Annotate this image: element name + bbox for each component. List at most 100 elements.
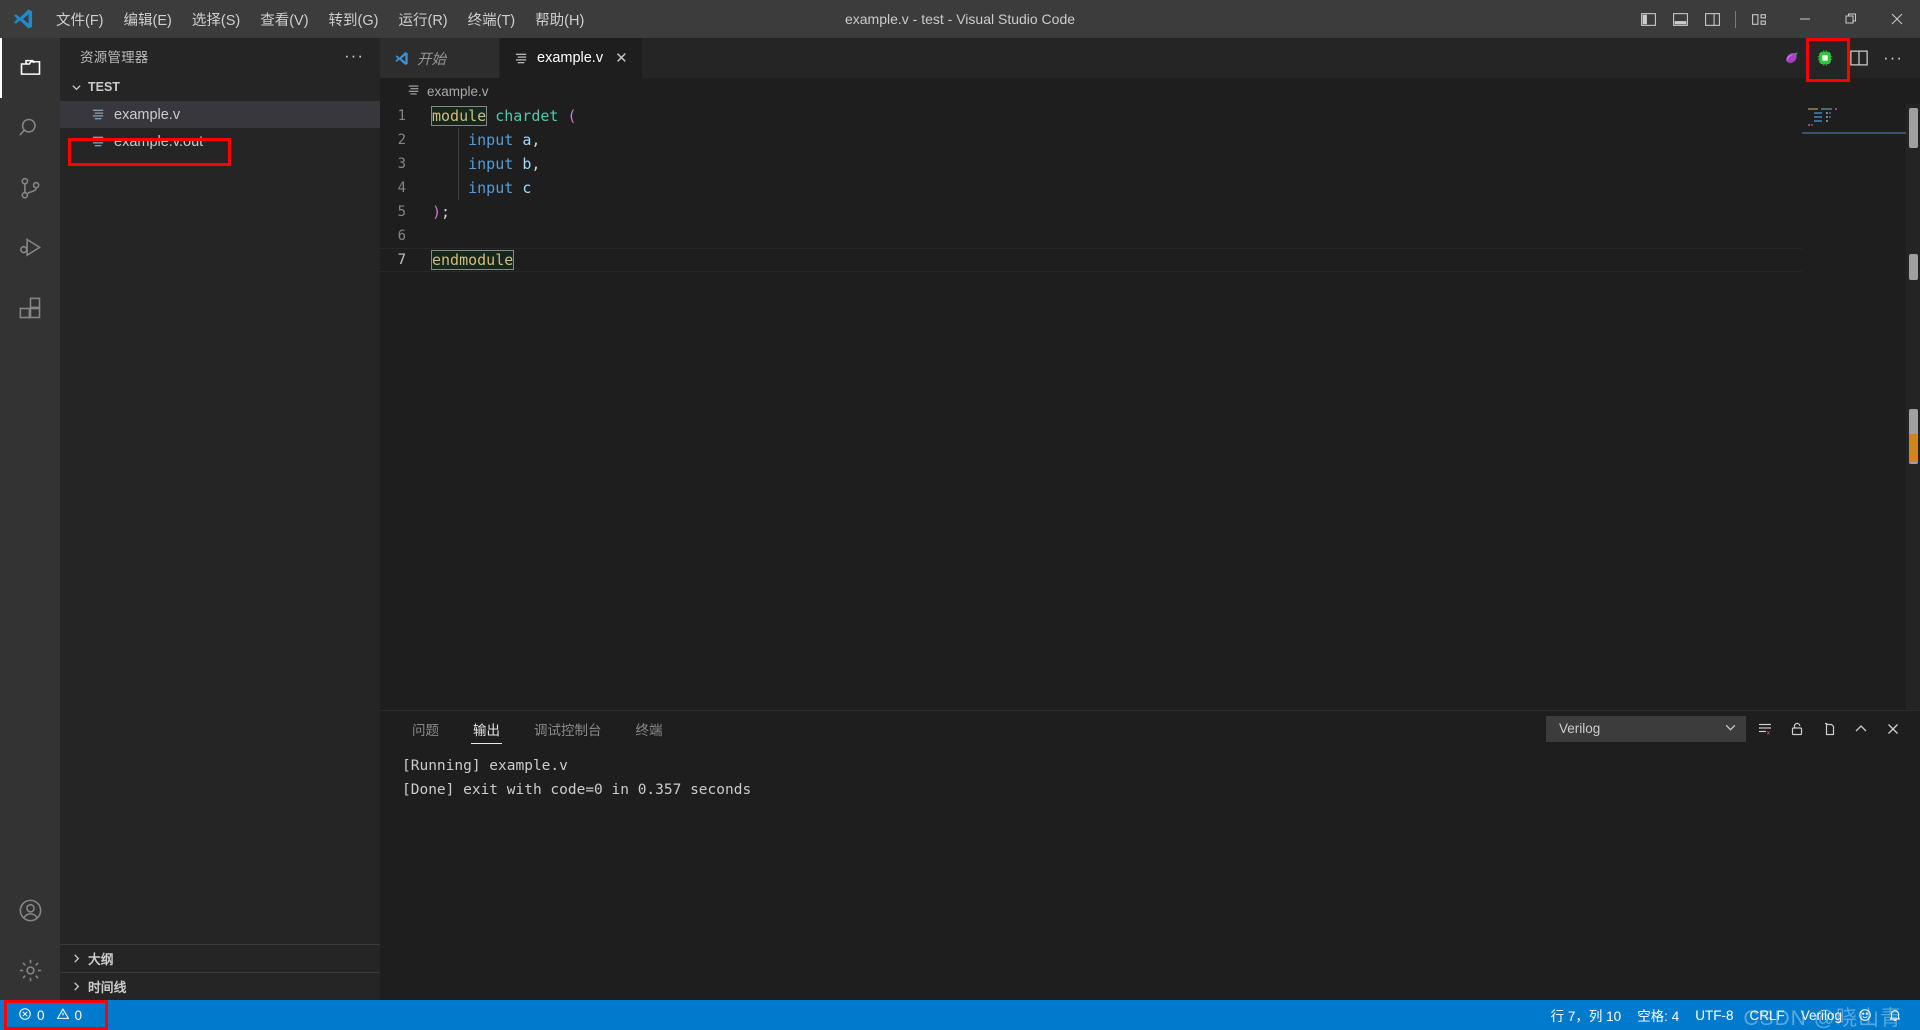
code-token: , [531,155,541,173]
panel-tab-terminal[interactable]: 终端 [626,711,673,746]
layout-controls [1633,4,1782,34]
verilog-file-icon [514,51,529,66]
line-number: 3 [397,156,406,172]
indent-guide [458,128,459,200]
tab-close-icon[interactable]: ✕ [615,51,628,66]
code-line[interactable]: 2 input a, [380,128,1802,152]
editor-action-split[interactable] [1844,43,1874,73]
sidebar-section-timeline[interactable]: 时间线 [60,972,380,1000]
sidebar-title: 资源管理器 [80,49,149,65]
file-tree: example.v example.v.out [60,101,380,944]
panel-open-in-editor-icon[interactable] [1816,716,1842,742]
sidebar-more-actions-icon[interactable]: ··· [344,46,368,66]
activity-account[interactable] [0,880,60,940]
editor-scrollbar[interactable] [1906,104,1920,710]
menu-selection[interactable]: 选择(S) [182,0,250,38]
file-tree-item-example-v-out[interactable]: example.v.out [60,128,380,155]
code-line[interactable]: 4 input c [380,176,1802,200]
menu-run[interactable]: 运行(R) [388,0,457,38]
tab-label: example.v [537,50,604,66]
minimap-line [1808,108,1818,110]
window-restore[interactable] [1828,0,1874,38]
menu-file[interactable]: 文件(F) [46,0,114,38]
panel-lock-icon[interactable] [1784,716,1810,742]
tab-example-v[interactable]: example.v ✕ [500,38,643,78]
code-line[interactable]: 1 module chardet ( [380,104,1802,128]
status-language-mode[interactable]: Verilog [1793,1000,1850,1030]
section-label: 大纲 [88,952,114,967]
status-eol[interactable]: CRLF [1741,1000,1792,1030]
explorer-folder-header[interactable]: TEST [60,73,380,101]
scrollbar-thumb[interactable] [1909,108,1918,148]
status-encoding[interactable]: UTF-8 [1687,1000,1741,1030]
menu-edit[interactable]: 编辑(E) [114,0,182,38]
title-bar: 文件(F) 编辑(E) 选择(S) 查看(V) 转到(G) 运行(R) 终端(T… [0,0,1920,38]
panel-tab-debug-console[interactable]: 调试控制台 [524,711,612,746]
activity-search[interactable] [0,98,60,158]
section-label: 时间线 [88,980,127,995]
menu-view[interactable]: 查看(V) [250,0,318,38]
output-channel-select[interactable]: Verilog [1546,715,1746,742]
panel-tab-output[interactable]: 输出 [463,711,510,746]
explorer-sidebar: 资源管理器 ··· TEST example.v example.v.out 大… [60,38,380,1000]
toggle-primary-sidebar-icon[interactable] [1633,4,1663,34]
activity-explorer[interactable] [0,38,60,98]
customize-layout-icon[interactable] [1744,4,1774,34]
panel-close-icon[interactable] [1880,716,1906,742]
activity-extensions[interactable] [0,278,60,338]
code-text: ); [432,203,450,221]
code-token: ( [567,107,577,125]
editor-action-run-chip[interactable] [1810,43,1840,73]
code-line[interactable]: 7 endmodule [380,248,1802,272]
status-cursor-position[interactable]: 行 7，列 10 [1543,1000,1630,1030]
code-lines: 1 module chardet (2 input a, 3 input b, 4 i… [380,104,1802,710]
editor-group: 开始 example.v ✕ ··· example.v 1 module ch… [380,38,1920,1000]
status-feedback[interactable] [1850,1000,1880,1030]
window-minimize[interactable] [1782,0,1828,38]
activity-settings[interactable] [0,940,60,1000]
code-text: module chardet ( [430,106,577,126]
toggle-panel-icon[interactable] [1665,4,1695,34]
window-close[interactable] [1874,0,1920,38]
line-number: 6 [397,228,406,244]
output-line: [Done] exit with code=0 in 0.357 seconds [402,782,752,798]
file-label: example.v.out [114,133,204,150]
sidebar-section-outline[interactable]: 大纲 [60,944,380,972]
editor-action-more[interactable]: ··· [1878,43,1908,73]
status-indentation[interactable]: 空格: 4 [1629,1000,1687,1030]
panel-tab-problems[interactable]: 问题 [402,711,449,746]
toggle-secondary-sidebar-icon[interactable] [1697,4,1727,34]
tab-get-started[interactable]: 开始 [380,38,500,78]
code-line[interactable]: 5); [380,200,1802,224]
status-notifications[interactable] [1880,1000,1910,1030]
minimap-line [1811,124,1814,126]
file-tree-item-example-v[interactable]: example.v [60,101,380,128]
code-line[interactable]: 6 [380,224,1802,248]
line-number: 7 [397,252,406,268]
menu-go[interactable]: 转到(G) [319,0,389,38]
output-content[interactable]: [Running] example.v [Done] exit with cod… [380,746,1920,1000]
vscode-window: 文件(F) 编辑(E) 选择(S) 查看(V) 转到(G) 运行(R) 终端(T… [0,0,1920,1030]
code-text: input a, [432,131,540,149]
chevron-down-icon [68,82,84,93]
code-editor[interactable]: 1 module chardet (2 input a, 3 input b, 4 i… [380,104,1920,710]
code-line[interactable]: 3 input b, [380,152,1802,176]
editor-action-eggplant[interactable] [1776,43,1806,73]
panel-clear-output-icon[interactable]: x [1752,716,1778,742]
activity-run-debug[interactable] [0,218,60,278]
menu-help[interactable]: 帮助(H) [525,0,594,38]
activity-bar [0,38,60,1000]
menu-terminal[interactable]: 终端(T) [458,0,526,38]
minimap[interactable] [1802,104,1920,710]
activity-source-control[interactable] [0,158,60,218]
line-number: 5 [397,204,406,220]
status-problems[interactable]: 0 0 [10,1000,90,1030]
status-bar-left: 0 0 [0,1000,90,1030]
code-token: b [522,155,532,173]
panel-maximize-icon[interactable] [1848,716,1874,742]
panel-tab-bar: 问题 输出 调试控制台 终端 Verilog x [380,711,1920,746]
